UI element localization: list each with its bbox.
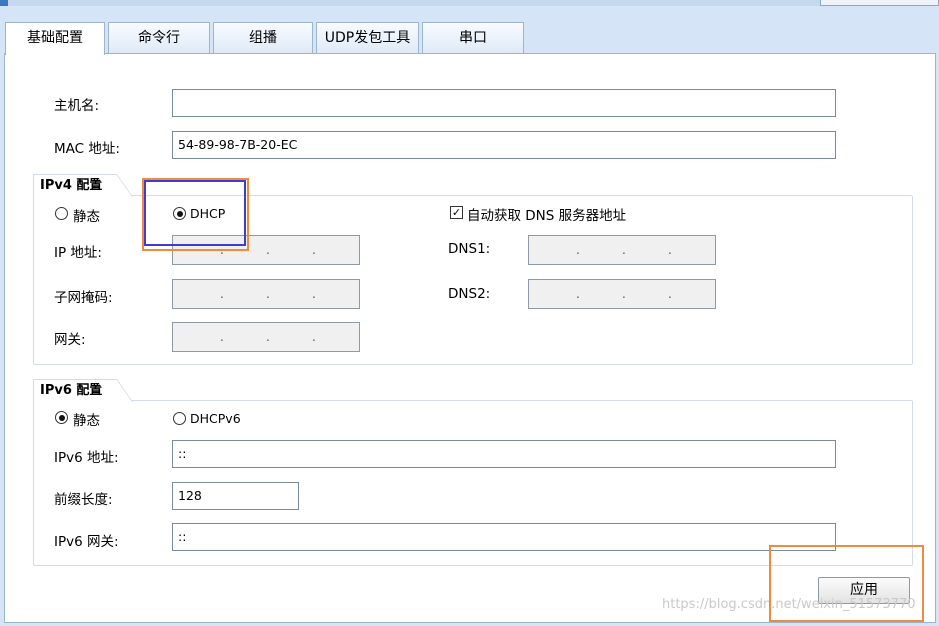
ip-dot: . <box>576 287 580 301</box>
subnet-mask-input[interactable]: ... <box>172 279 360 309</box>
mac-address-field[interactable]: 54-89-98-7B-20-EC <box>172 131 836 159</box>
ipv6-address-label: IPv6 地址: <box>54 450 119 466</box>
ip-dot: . <box>576 243 580 257</box>
ipv6-static-label: 静态 <box>73 413 100 429</box>
tab-basic-config[interactable]: 基础配置 <box>5 22 105 55</box>
ip-address-label: IP 地址: <box>54 245 102 261</box>
apply-highlight <box>769 545 924 622</box>
ip-dot: . <box>266 243 270 257</box>
ip-dot: . <box>622 243 626 257</box>
ipv4-group-title: IPv4 配置 <box>33 174 111 196</box>
hostname-label: 主机名: <box>54 98 100 114</box>
dhcp-highlight-outer <box>142 178 249 251</box>
dns1-input[interactable]: ... <box>528 235 716 265</box>
auto-dns-checkbox[interactable]: ✓ <box>450 206 463 219</box>
tab-udp-tool[interactable]: UDP发包工具 <box>316 22 419 53</box>
hostname-input[interactable] <box>172 89 836 117</box>
ip-dot: . <box>312 330 316 344</box>
ip-dot: . <box>312 243 316 257</box>
window-controls[interactable] <box>820 0 939 6</box>
ipv6-gateway-input[interactable]: :: <box>172 523 836 551</box>
ipv4-static-radio[interactable] <box>55 207 68 220</box>
tab-multicast[interactable]: 组播 <box>213 22 313 53</box>
dhcpv6-radio[interactable] <box>173 412 186 425</box>
ip-dot: . <box>312 287 316 301</box>
mac-label: MAC 地址: <box>54 141 120 157</box>
dns2-input[interactable]: ... <box>528 279 716 309</box>
prefix-length-label: 前缀长度: <box>54 492 113 508</box>
dhcpv6-label: DHCPv6 <box>190 411 241 426</box>
dns1-label: DNS1: <box>448 241 491 257</box>
ip-dot: . <box>266 330 270 344</box>
ipv6-group-title: IPv6 配置 <box>33 379 111 401</box>
dns2-label: DNS2: <box>448 286 491 302</box>
prefix-length-input[interactable]: 128 <box>172 482 299 510</box>
tab-serial-port[interactable]: 串口 <box>422 22 524 53</box>
ip-dot: . <box>266 287 270 301</box>
ip-dot: . <box>668 243 672 257</box>
subnet-mask-label: 子网掩码: <box>54 290 113 306</box>
ip-dot: . <box>220 330 224 344</box>
ipv6-static-radio[interactable] <box>55 411 68 424</box>
ipv4-static-label: 静态 <box>73 209 100 225</box>
ipv6-address-input[interactable]: :: <box>172 440 836 468</box>
tab-command-line[interactable]: 命令行 <box>108 22 210 53</box>
ip-dot: . <box>220 287 224 301</box>
gateway-label: 网关: <box>54 332 86 348</box>
title-bar <box>0 0 939 6</box>
ip-dot: . <box>622 287 626 301</box>
ipv6-gateway-label: IPv6 网关: <box>54 534 119 550</box>
gateway-input[interactable]: ... <box>172 322 360 352</box>
ip-dot: . <box>668 287 672 301</box>
auto-dns-label: 自动获取 DNS 服务器地址 <box>467 208 627 224</box>
app-icon <box>0 0 8 6</box>
